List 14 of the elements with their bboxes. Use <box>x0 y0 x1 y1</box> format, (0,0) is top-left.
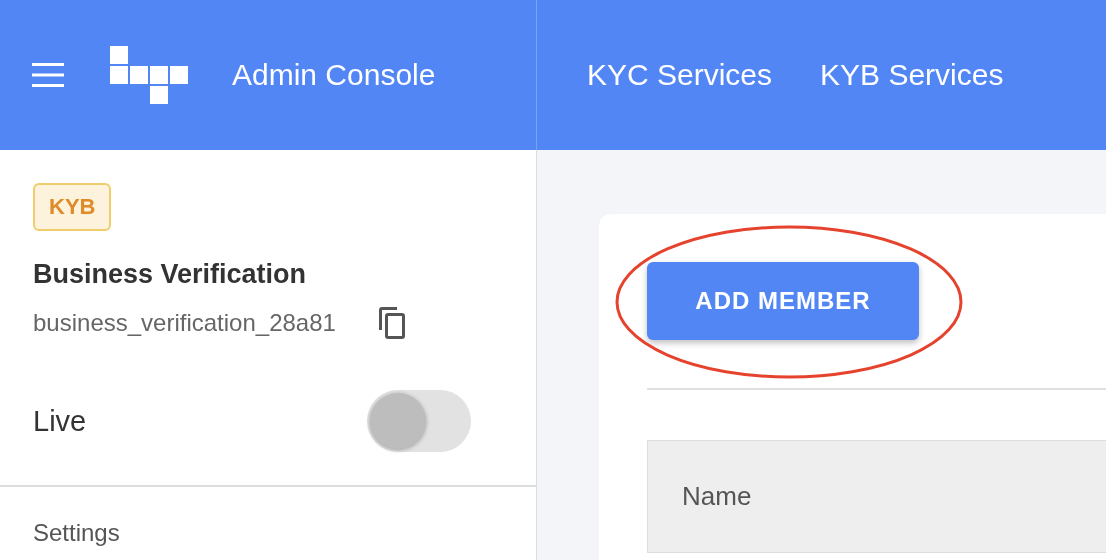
column-header: Name <box>681 481 752 512</box>
live-label: Live <box>33 404 87 438</box>
app-title: Admin Console <box>232 58 436 92</box>
settings-heading: Settings <box>32 518 121 548</box>
live-toggle[interactable] <box>367 390 471 452</box>
kyb-badge: KYB <box>33 183 112 231</box>
verification-name: Business Verification <box>33 259 308 290</box>
identifier-text: business_verification_28a81 <box>33 309 336 337</box>
add-member-button[interactable]: ADD MEMBER <box>647 262 919 340</box>
menu-icon[interactable] <box>32 63 64 87</box>
nav-link[interactable]: KYC Services <box>587 58 773 92</box>
nav-link[interactable]: KYB Services <box>820 58 1004 92</box>
logo-icon <box>110 46 188 104</box>
copy-icon[interactable] <box>377 306 406 340</box>
